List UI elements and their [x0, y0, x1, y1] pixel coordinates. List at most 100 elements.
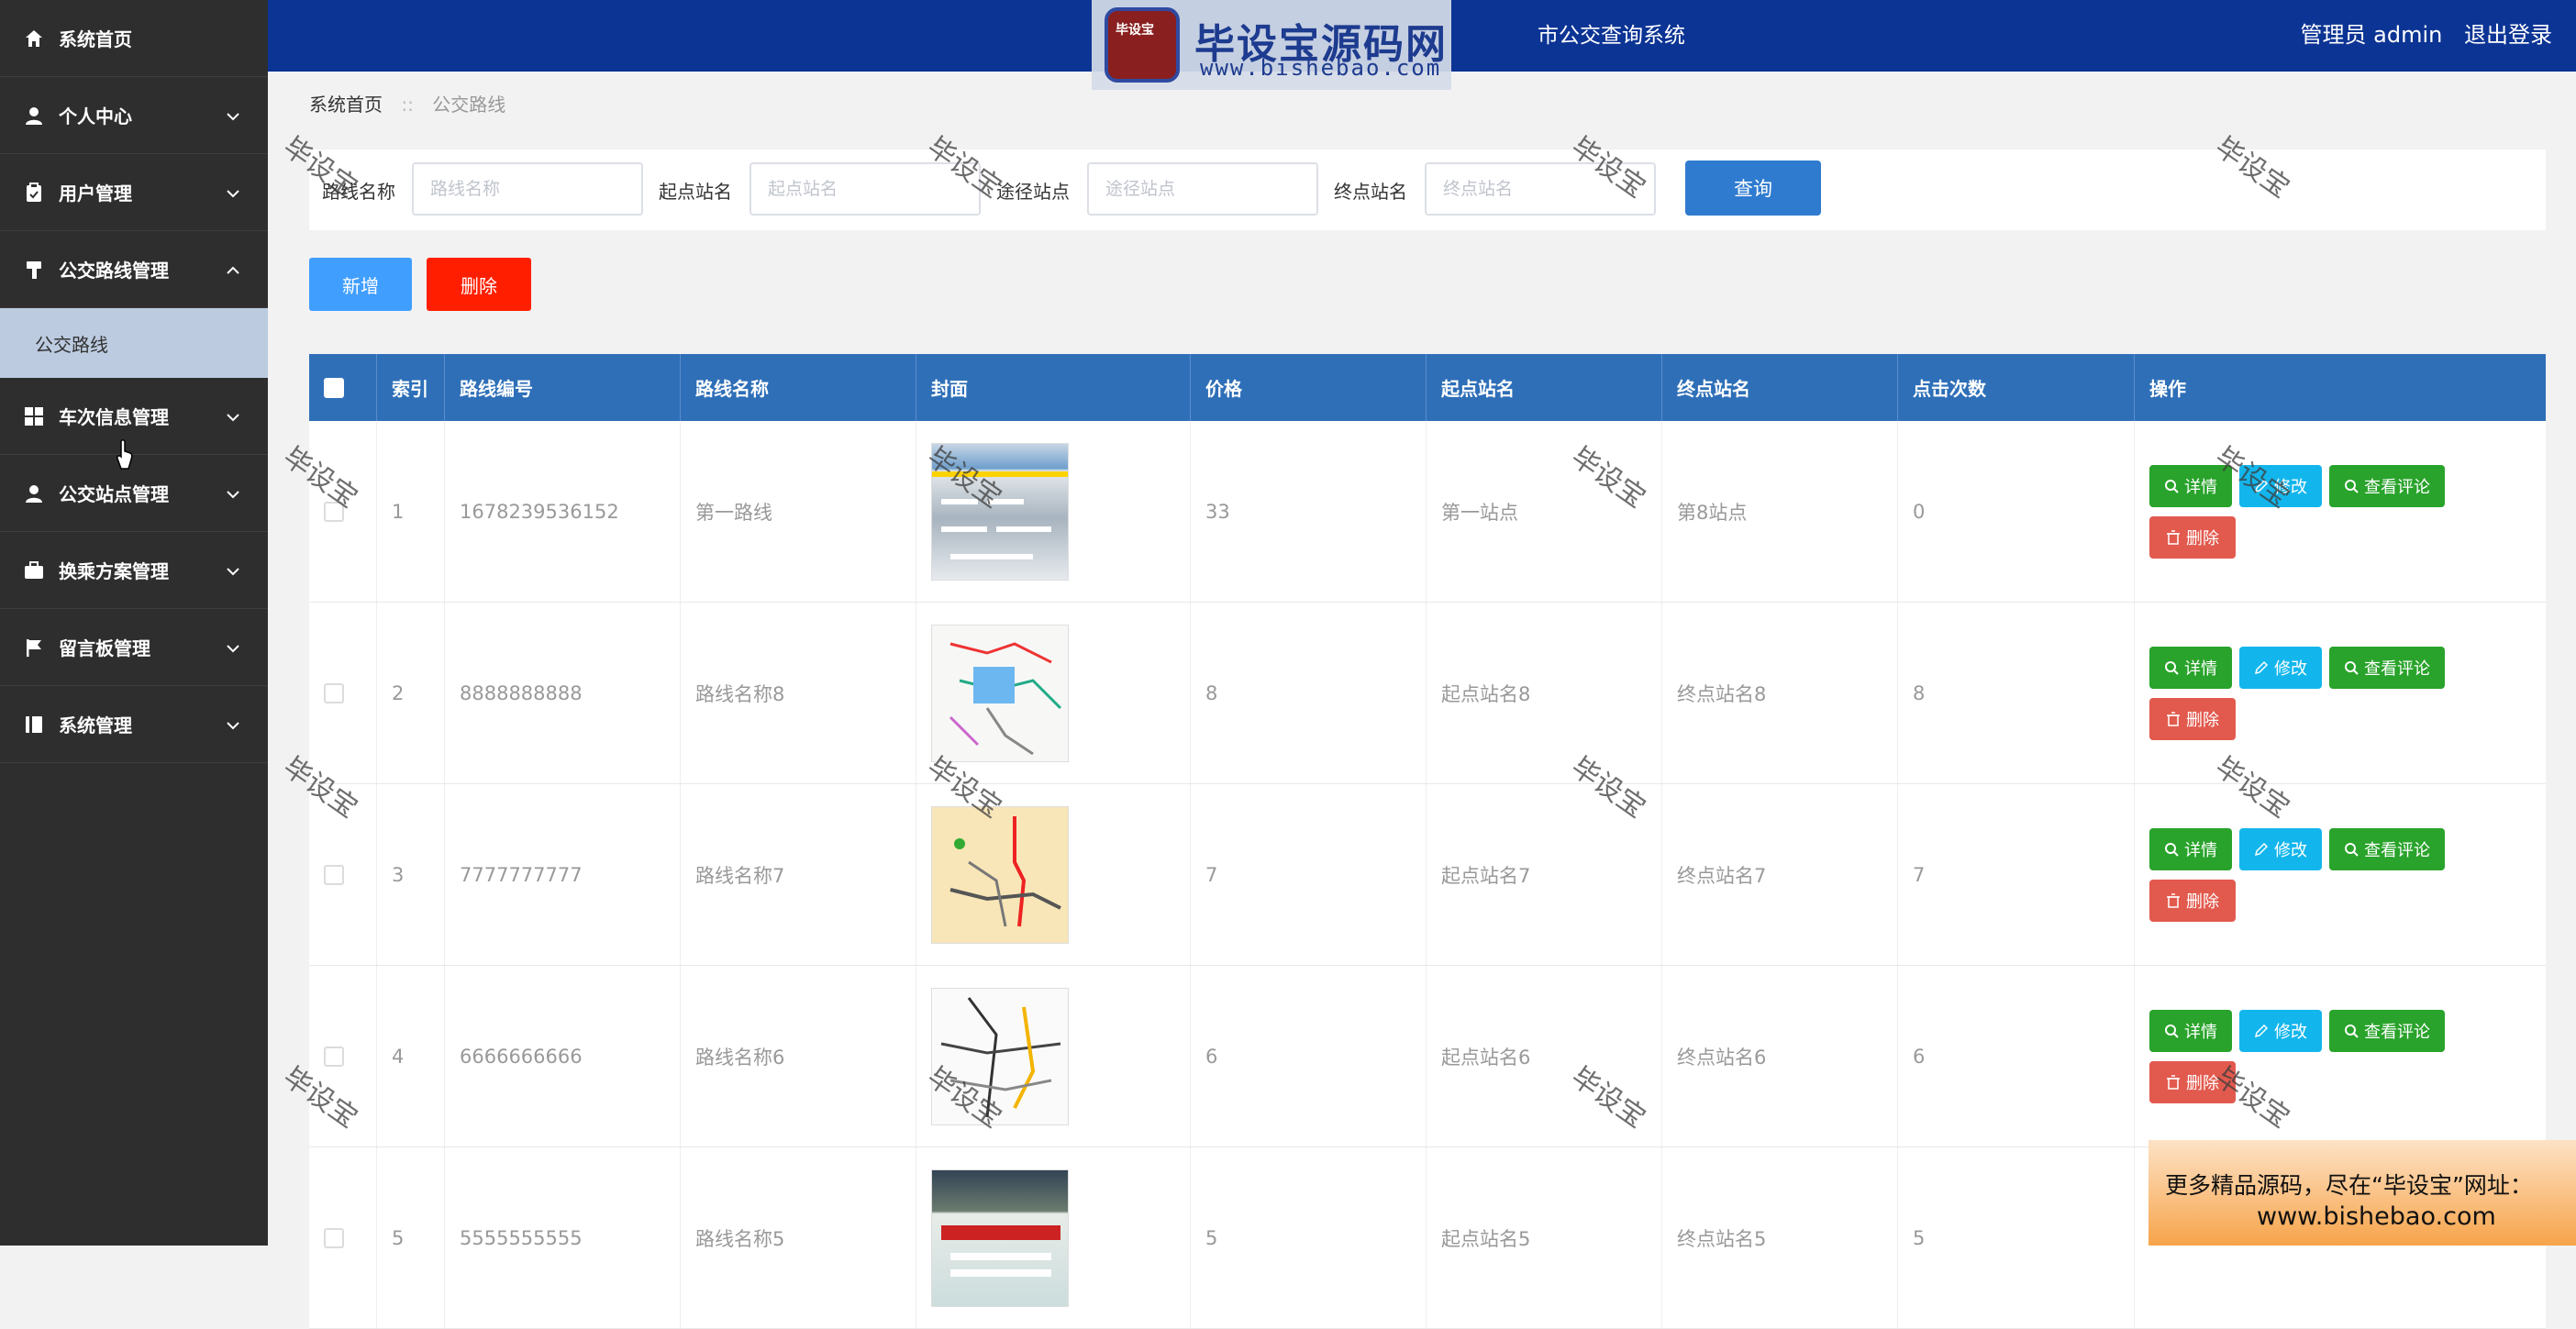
row-delete-button[interactable]: 删除 [2149, 1060, 2236, 1103]
header-route-code: 路线编号 [445, 354, 681, 421]
via-station-input[interactable] [1087, 162, 1318, 216]
sidebar-item-bus-route-management[interactable]: 公交路线管理 [0, 231, 268, 308]
logo-watermark: 毕设宝 毕设宝源码网 www.bishebao.com [1092, 0, 1451, 90]
promo-url: www.bishebao.com [2257, 1202, 2496, 1231]
sidebar-item-label: 个人中心 [59, 105, 132, 127]
query-button[interactable]: 查询 [1685, 161, 1821, 216]
paint-roller-icon [24, 260, 44, 280]
table-header: 索引 路线编号 路线名称 封面 价格 起点站名 终点站名 点击次数 操作 [309, 354, 2546, 421]
end-station-input[interactable] [1425, 162, 1656, 216]
row-checkbox-cell [309, 603, 377, 783]
cell-actions: 详情 修改 查看评论 删除 [2135, 603, 2546, 783]
route-cover-image [931, 1168, 1069, 1307]
cell-cover [916, 603, 1191, 783]
trash-icon [2167, 711, 2180, 726]
search-icon [2345, 479, 2359, 493]
view-comments-button[interactable]: 查看评论 [2329, 464, 2445, 507]
sidebar-subitem-bus-route[interactable]: 公交路线 [0, 308, 268, 378]
cell-actions: 详情 修改 查看评论 删除 [2135, 966, 2546, 1146]
chevron-up-icon [226, 259, 240, 281]
add-button[interactable]: 新增 [309, 258, 412, 311]
logout-link[interactable]: 退出登录 [2464, 22, 2552, 48]
sidebar-item-home[interactable]: 系统首页 [0, 0, 268, 77]
cell-index: 3 [377, 784, 445, 965]
pencil-icon [2254, 479, 2269, 493]
breadcrumb-separator: :: [401, 94, 414, 116]
cell-clicks: 6 [1898, 966, 2135, 1146]
sidebar-item-personal-center[interactable]: 个人中心 [0, 77, 268, 154]
cell-cover [916, 421, 1191, 602]
header-cover: 封面 [916, 354, 1191, 421]
detail-button[interactable]: 详情 [2149, 464, 2232, 507]
row-delete-button[interactable]: 删除 [2149, 697, 2236, 740]
breadcrumb-home[interactable]: 系统首页 [309, 94, 383, 116]
via-station-label: 途径站点 [996, 181, 1070, 203]
header-start-station: 起点站名 [1427, 354, 1662, 421]
cell-start-station: 起点站名5 [1427, 1147, 1662, 1328]
detail-button[interactable]: 详情 [2149, 646, 2232, 689]
trash-icon [2167, 1074, 2180, 1090]
cell-route-code: 5555555555 [445, 1147, 681, 1328]
edit-button[interactable]: 修改 [2239, 1009, 2322, 1052]
table-row: 2 8888888888 路线名称8 8 起点站名8 终点站名8 8 详情 修改… [309, 603, 2546, 784]
cell-price: 8 [1191, 603, 1427, 783]
sidebar-item-user-management[interactable]: 用户管理 [0, 154, 268, 231]
cell-clicks: 5 [1898, 1147, 2135, 1328]
sidebar-item-trip-info-management[interactable]: 车次信息管理 [0, 378, 268, 455]
cell-end-station: 终点站名6 [1662, 966, 1898, 1146]
header-price: 价格 [1191, 354, 1427, 421]
row-checkbox[interactable] [324, 864, 344, 885]
search-icon [2165, 479, 2179, 493]
batch-delete-button[interactable]: 删除 [427, 258, 531, 311]
header-index: 索引 [377, 354, 445, 421]
chevron-down-icon [226, 482, 240, 504]
cell-route-name: 路线名称8 [681, 603, 916, 783]
start-station-input[interactable] [749, 162, 981, 216]
row-delete-button[interactable]: 删除 [2149, 515, 2236, 559]
briefcase-icon [24, 560, 44, 581]
cell-clicks: 7 [1898, 784, 2135, 965]
sidebar-item-transfer-plan-management[interactable]: 换乘方案管理 [0, 532, 268, 609]
row-checkbox[interactable] [324, 1227, 344, 1248]
detail-button[interactable]: 详情 [2149, 1009, 2232, 1052]
sidebar-item-bus-stop-management[interactable]: 公交站点管理 [0, 455, 268, 532]
view-comments-button[interactable]: 查看评论 [2329, 1009, 2445, 1052]
edit-button[interactable]: 修改 [2239, 827, 2322, 870]
cell-index: 1 [377, 421, 445, 602]
sidebar-item-system-management[interactable]: 系统管理 [0, 686, 268, 763]
search-icon [2165, 842, 2179, 857]
cell-start-station: 起点站名6 [1427, 966, 1662, 1146]
cell-price: 5 [1191, 1147, 1427, 1328]
promo-banner: 更多精品源码，尽在“毕设宝”网址： www.bishebao.com [2149, 1140, 2576, 1246]
row-actions: 详情 修改 查看评论 删除 [2149, 1009, 2498, 1103]
sidebar-item-label: 系统首页 [59, 28, 132, 50]
edit-button[interactable]: 修改 [2239, 464, 2322, 507]
sidebar-item-label: 换乘方案管理 [59, 560, 169, 582]
cell-cover [916, 784, 1191, 965]
cell-start-station: 起点站名8 [1427, 603, 1662, 783]
cell-actions: 详情 修改 查看评论 删除 [2135, 784, 2546, 965]
chevron-down-icon [226, 182, 240, 204]
user-icon [24, 483, 44, 504]
view-comments-button[interactable]: 查看评论 [2329, 646, 2445, 689]
edit-button[interactable]: 修改 [2239, 646, 2322, 689]
top-user-area: 管理员 admin 退出登录 [2286, 17, 2552, 49]
cell-end-station: 第8站点 [1662, 421, 1898, 602]
sidebar-item-message-board-management[interactable]: 留言板管理 [0, 609, 268, 686]
search-icon [2165, 660, 2179, 675]
cell-route-code: 8888888888 [445, 603, 681, 783]
cell-start-station: 第一站点 [1427, 421, 1662, 602]
sidebar: 系统首页 个人中心 用户管理 公交路线管理 公交路线 车次信息管理 公交站点管理… [0, 0, 268, 1246]
row-checkbox[interactable] [324, 501, 344, 522]
end-station-label: 终点站名 [1334, 181, 1407, 203]
row-checkbox[interactable] [324, 1046, 344, 1067]
row-delete-button[interactable]: 删除 [2149, 879, 2236, 922]
view-comments-button[interactable]: 查看评论 [2329, 827, 2445, 870]
select-all-checkbox[interactable] [324, 377, 344, 398]
row-actions: 详情 修改 查看评论 删除 [2149, 646, 2498, 740]
detail-button[interactable]: 详情 [2149, 827, 2232, 870]
row-checkbox[interactable] [324, 682, 344, 703]
trash-icon [2167, 892, 2180, 908]
sidebar-item-label: 车次信息管理 [59, 406, 169, 428]
route-name-input[interactable] [412, 162, 643, 216]
